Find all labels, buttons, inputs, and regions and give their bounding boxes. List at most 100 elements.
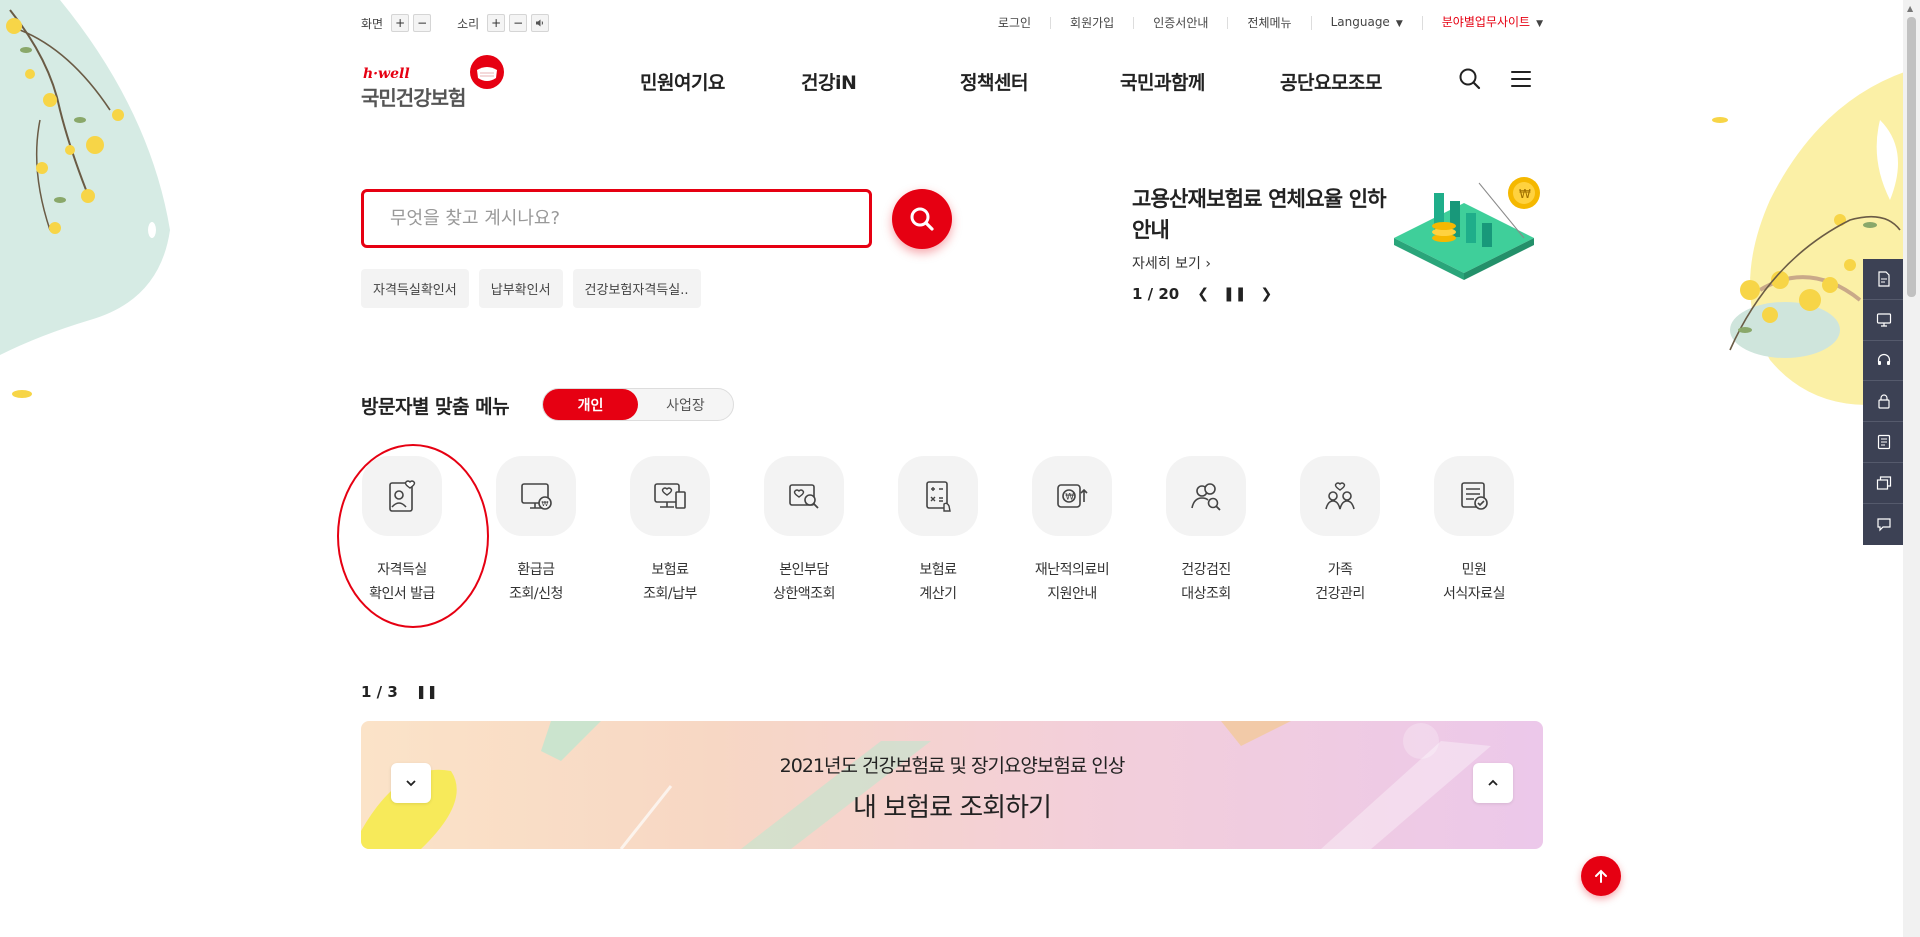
quick-item-list[interactable]	[1863, 422, 1904, 463]
menu-item-premium-payment[interactable]: 보험료 조회/납부	[615, 456, 725, 606]
quick-item-monitor[interactable]	[1863, 300, 1904, 341]
search-icon[interactable]	[1457, 66, 1483, 92]
banner-page-indicator: 1 / 3	[361, 683, 398, 701]
notice-pagination: 1 / 20 ❮ ❚❚ ❯	[1132, 285, 1272, 303]
chevron-right-icon: ›	[1205, 256, 1211, 272]
signup-link[interactable]: 회원가입	[1050, 17, 1133, 29]
insurance-chart-illustration: ₩	[1394, 177, 1540, 280]
search-box	[361, 189, 872, 248]
sound-down-button[interactable]: −	[509, 14, 528, 32]
search-input[interactable]	[390, 208, 830, 229]
pause-icon[interactable]: ❚❚	[1223, 286, 1246, 302]
gnb-item-civil-service[interactable]: 민원여기요	[640, 68, 725, 95]
notice-more-link[interactable]: 자세히 보기 ›	[1132, 253, 1211, 273]
screen-zoom-control: 화면 + −	[361, 14, 435, 32]
menu-item-family-health[interactable]: 가족 건강관리	[1285, 456, 1395, 606]
multi-window-icon	[1876, 476, 1891, 490]
keyword-chip[interactable]: 납부확인서	[478, 269, 563, 308]
sound-up-button[interactable]: +	[487, 14, 506, 32]
notice-more-label: 자세히 보기	[1132, 256, 1201, 272]
quick-item-lock[interactable]	[1863, 381, 1904, 423]
notice-page-indicator: 1 / 20	[1132, 285, 1180, 303]
people-search-icon	[1166, 456, 1246, 536]
login-link[interactable]: 로그인	[979, 17, 1050, 29]
menu-item-refund[interactable]: ₩ 환급금 조회/신청	[481, 456, 591, 606]
monitor-heart-icon	[630, 456, 710, 536]
keyword-chip[interactable]: 자격득실확인서	[361, 269, 469, 308]
utility-bar: 화면 + − 소리 + − 로그인 회원가입 인증서안내 전체메뉴 Langua…	[361, 12, 1543, 34]
chevron-down-icon	[406, 780, 416, 787]
menu-item-label: 보험료 조회/납부	[643, 562, 697, 602]
section-title-custom-menu: 방문자별 맞춤 메뉴	[361, 396, 510, 418]
document-icon	[1877, 271, 1890, 287]
language-label: Language	[1330, 15, 1390, 29]
gnb-item-policy-center[interactable]: 정책센터	[960, 68, 1028, 95]
hamburger-menu-icon[interactable]	[1508, 66, 1534, 92]
svg-text:₩: ₩	[1065, 493, 1074, 503]
caret-down-icon: ▼	[1536, 19, 1543, 29]
quick-item-headset[interactable]	[1863, 341, 1904, 382]
menu-item-label: 민원 서식자료실	[1443, 562, 1505, 602]
menu-item-label: 환급금 조회/신청	[509, 562, 563, 602]
gnb-item-with-public[interactable]: 국민과함께	[1120, 68, 1205, 95]
menu-item-copay-ceiling[interactable]: 본인부담 상한액조회	[749, 456, 859, 606]
banner-prev-button[interactable]	[391, 763, 431, 803]
screen-zoom-out-button[interactable]: −	[413, 14, 432, 32]
scroll-to-top-button[interactable]	[1581, 856, 1621, 896]
highlight-ring-annotation	[337, 444, 489, 628]
notice-title[interactable]: 고용산재보험료 연체요율 인하 안내	[1132, 184, 1402, 246]
popular-keywords: 자격득실확인서 납부확인서 건강보험자격득실..	[361, 269, 711, 308]
screen-label: 화면	[361, 16, 384, 31]
menu-item-catastrophic-medical[interactable]: ₩ 재난적의료비 지원안내	[1017, 456, 1127, 606]
lock-icon	[1877, 394, 1890, 409]
custom-menu-list: 자격득실 확인서 발급 ₩ 환급금 조회/신청 보험료 조회/납부 본인부담 상…	[361, 456, 1551, 606]
screen-zoom-in-button[interactable]: +	[391, 14, 410, 32]
tab-business[interactable]: 사업장	[638, 389, 733, 420]
quick-item-windows[interactable]	[1863, 463, 1904, 504]
keyword-chip[interactable]: 건강보험자격득실..	[572, 269, 701, 308]
menu-item-label: 가족 건강관리	[1315, 562, 1365, 602]
quick-item-document[interactable]	[1863, 259, 1904, 300]
banner-next-button[interactable]	[1473, 763, 1513, 803]
svg-text:₩: ₩	[1519, 187, 1531, 201]
search-icon	[910, 207, 934, 231]
menu-item-civil-forms[interactable]: 민원 서식자료실	[1419, 456, 1529, 606]
gnb-item-health-in[interactable]: 건강iN	[801, 68, 857, 95]
spring-flower-decoration-left	[0, 0, 170, 398]
family-heart-icon	[1300, 456, 1380, 536]
certificate-guide-link[interactable]: 인증서안내	[1133, 17, 1227, 29]
scroll-up-arrow-icon[interactable]: ▲	[1907, 4, 1913, 13]
chevron-left-icon[interactable]: ❮	[1197, 286, 1209, 302]
promo-banner[interactable]: 2021년도 건강보험료 및 장기요양보험료 인상 내 보험료 조회하기	[361, 721, 1543, 849]
calculator-icon	[898, 456, 978, 536]
banner-title: 내 보험료 조회하기	[853, 793, 1052, 823]
main-navigation: 민원여기요 건강iN 정책센터 국민과함께 공단요모조모	[0, 68, 1920, 96]
page-scrollbar[interactable]: ▲	[1903, 0, 1920, 937]
won-up-icon: ₩	[1032, 456, 1112, 536]
banner-pagination: 1 / 3 ❚❚	[361, 683, 438, 701]
search-button[interactable]	[892, 189, 952, 249]
chevron-right-icon[interactable]: ❯	[1260, 286, 1272, 302]
menu-item-label: 보험료 계산기	[919, 562, 957, 602]
menu-item-health-checkup[interactable]: 건강검진 대상조회	[1151, 456, 1261, 606]
menu-item-label: 본인부담 상한액조회	[773, 562, 835, 602]
sound-control: 소리 + −	[457, 14, 553, 32]
sound-label: 소리	[457, 16, 480, 31]
gnb-item-about-corp[interactable]: 공단요모조모	[1280, 68, 1382, 95]
document-check-icon	[1434, 456, 1514, 536]
menu-item-premium-calculator[interactable]: 보험료 계산기	[883, 456, 993, 606]
quick-item-chat[interactable]	[1863, 504, 1904, 545]
tab-individual[interactable]: 개인	[543, 389, 638, 420]
headset-icon	[1877, 354, 1890, 366]
chevron-up-icon	[1488, 779, 1498, 786]
search-heart-icon	[764, 456, 844, 536]
pause-icon[interactable]: ❚❚	[416, 685, 438, 700]
business-sites-select[interactable]: 분야별업무사이트 ▼	[1421, 16, 1543, 30]
speaker-icon[interactable]	[531, 14, 550, 32]
banner-subtitle: 2021년도 건강보험료 및 장기요양보험료 인상	[779, 755, 1126, 777]
all-menu-link[interactable]: 전체메뉴	[1227, 17, 1310, 29]
monitor-won-icon: ₩	[496, 456, 576, 536]
scrollbar-thumb[interactable]	[1907, 17, 1916, 297]
svg-text:₩: ₩	[542, 500, 549, 508]
language-select[interactable]: Language ▼	[1310, 15, 1422, 30]
